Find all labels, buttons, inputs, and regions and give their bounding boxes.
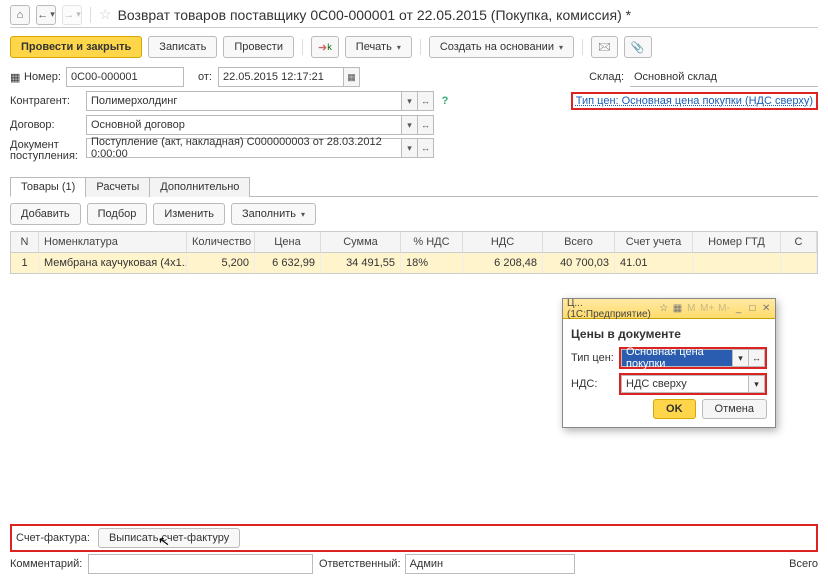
tab-extra[interactable]: Дополнительно [149,177,250,197]
edit-button[interactable]: Изменить [153,203,225,225]
pick-button[interactable]: Подбор [87,203,148,225]
number-label: Номер: [24,71,66,83]
from-label: от: [198,71,212,83]
counterparty-dropdown-icon[interactable]: ▾ [402,91,418,111]
popup-calc-icon[interactable]: ▦ [673,302,683,316]
popup-type-dropdown-icon[interactable]: ▾ [733,349,749,367]
home-button[interactable]: ⌂ [10,5,30,25]
responsible-label: Ответственный: [319,558,401,570]
col-nomen[interactable]: Номенклатура [39,232,187,253]
tab-goods[interactable]: Товары (1) [10,177,86,197]
add-row-button[interactable]: Добавить [10,203,81,225]
counterparty-field[interactable]: Полимерхолдинг [86,91,402,111]
popup-m3-icon[interactable]: M- [718,302,730,316]
clip-icon-button[interactable]: 📎 [624,36,652,58]
comment-input[interactable] [88,554,313,574]
contract-dropdown-icon[interactable]: ▾ [402,115,418,135]
date-field[interactable]: 22.05.2015 12:17:21 [218,67,344,87]
col-gtd[interactable]: Номер ГТД [693,232,781,253]
popup-vat-dropdown-icon[interactable]: ▾ [749,375,765,393]
popup-max-icon[interactable]: □ [748,302,758,316]
favorite-star-icon[interactable]: ☆ [99,6,112,23]
post-button[interactable]: Провести [223,36,294,58]
attach-icon-button[interactable]: 🖂 [591,36,618,58]
receipt-label: Документ поступления: [10,138,86,162]
popup-caption: Ц... (1С:Предприятие) [567,298,651,320]
col-vat[interactable]: НДС [463,232,543,253]
contract-label: Договор: [10,119,86,131]
col-qty[interactable]: Количество [187,232,255,253]
counterparty-help-icon[interactable]: ? [438,95,452,107]
number-field[interactable]: 0С00-000001 [66,67,184,87]
col-sum[interactable]: Сумма [321,232,401,253]
warehouse-field[interactable]: Основной склад [630,67,818,87]
col-total[interactable]: Всего [543,232,615,253]
post-and-close-button[interactable]: Провести и закрыть [10,36,142,58]
dt-icon-button[interactable]: ➜k [311,36,339,58]
table-row[interactable]: 1 Мембрана каучуковая (4х1... 5,200 6 63… [11,253,817,273]
col-last[interactable]: С [781,232,817,253]
receipt-dropdown-icon[interactable]: ▾ [402,138,418,158]
popup-m2-icon[interactable]: M+ [700,302,714,316]
popup-close-icon[interactable]: ✕ [761,302,771,316]
receipt-open-icon[interactable]: ↔ [418,138,434,158]
page-title: Возврат товаров поставщику 0С00-000001 о… [118,7,632,23]
goods-grid[interactable]: N Номенклатура Количество Цена Сумма % Н… [10,231,818,274]
save-button[interactable]: Записать [148,36,217,58]
print-button[interactable]: Печать▾ [345,36,412,58]
doc-icon: ▦ [10,71,24,84]
counterparty-open-icon[interactable]: ↔ [418,91,434,111]
warehouse-label: Склад: [589,71,624,83]
col-acct[interactable]: Счет учета [615,232,693,253]
col-vatp[interactable]: % НДС [401,232,463,253]
popup-vat-label: НДС: [571,378,619,390]
popup-type-label: Тип цен: [571,352,619,364]
popup-cancel-button[interactable]: Отмена [702,399,767,419]
prices-popup: Ц... (1С:Предприятие) ☆ ▦ M M+ M- _ □ ✕ … [562,298,776,428]
tab-calc[interactable]: Расчеты [85,177,150,197]
counterparty-label: Контрагент: [10,95,86,107]
popup-fav-icon[interactable]: ☆ [659,302,669,316]
write-invoice-button[interactable]: Выписать счет-фактуру [98,528,240,548]
comment-label: Комментарий: [10,558,82,570]
invoice-label: Счет-фактура: [16,532,90,544]
popup-m1-icon[interactable]: M [686,302,696,316]
popup-title: Цены в документе [571,325,767,347]
popup-price-type-field[interactable]: Основная цена покупки [621,349,733,367]
price-type-link[interactable]: Тип цен: Основная цена покупки (НДС свер… [576,95,813,109]
forward-button[interactable]: →▾ [62,5,82,25]
fill-button[interactable]: Заполнить▾ [231,203,316,225]
create-based-on-button[interactable]: Создать на основании▾ [429,36,574,58]
col-n[interactable]: N [11,232,39,253]
responsible-field[interactable]: Админ [405,554,575,574]
popup-ok-button[interactable]: OK [653,399,696,419]
popup-vat-field[interactable]: НДС сверху [621,375,749,393]
date-picker-icon[interactable]: ▦ [344,67,360,87]
contract-field[interactable]: Основной договор [86,115,402,135]
footer-total-label: Всего [789,558,818,570]
receipt-field[interactable]: Поступление (акт, накладная) С000000003 … [86,138,402,158]
col-price[interactable]: Цена [255,232,321,253]
popup-min-icon[interactable]: _ [734,302,744,316]
back-button[interactable]: ←▾ [36,5,56,25]
contract-open-icon[interactable]: ↔ [418,115,434,135]
popup-type-open-icon[interactable]: ↔ [749,349,765,367]
